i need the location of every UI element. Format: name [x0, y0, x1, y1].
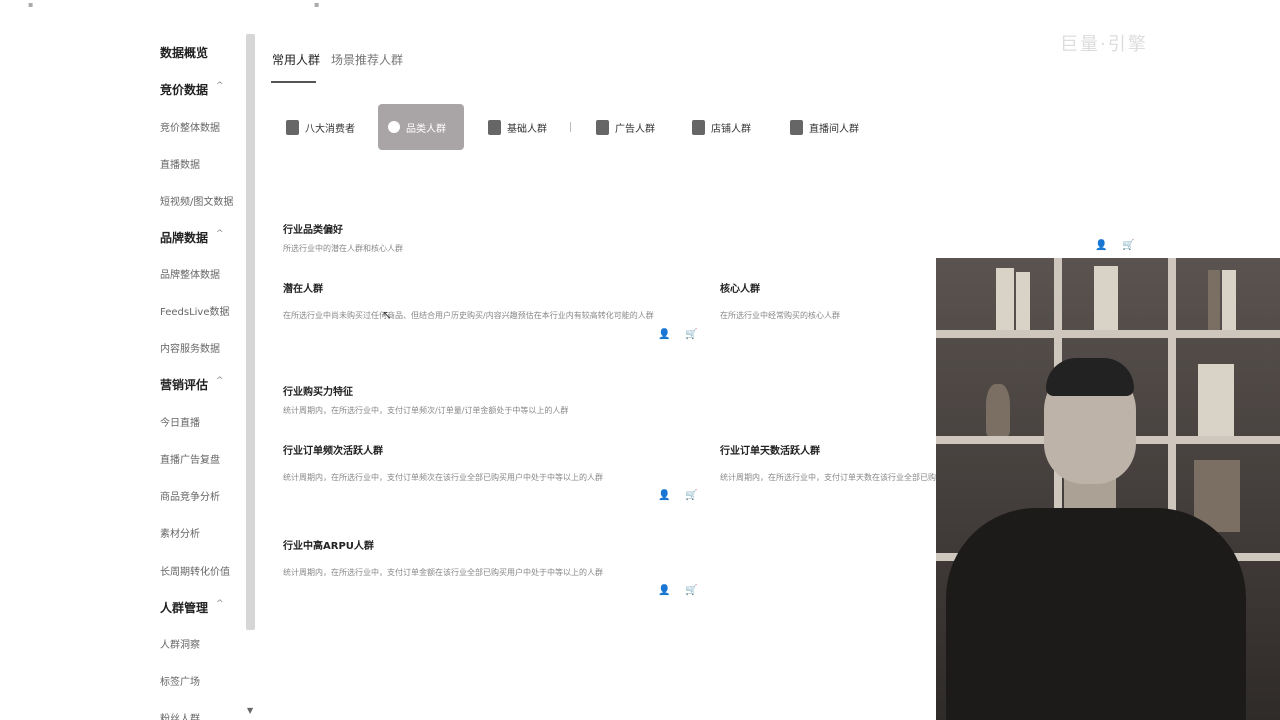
sidebar-scrollbar[interactable]	[246, 34, 255, 630]
section-title-potential: 潜在人群	[283, 284, 323, 295]
tab-scene-recommend[interactable]: 场景推荐人群	[331, 51, 403, 68]
section-desc-core: 在所选行业中经常购买的核心人群	[720, 311, 840, 320]
book	[1222, 270, 1236, 330]
sidebar-item-material-analysis[interactable]: 素材分析	[160, 525, 200, 540]
webcam-overlay	[936, 258, 1280, 720]
category-store-audience[interactable]: 店铺人群	[682, 104, 761, 150]
section-desc-purchase-power: 统计周期内，在所选行业中，支付订单频次/订单量/订单金额处于中等以上的人群	[283, 406, 569, 415]
mouse-cursor-icon: ↖	[382, 308, 393, 322]
book	[996, 268, 1014, 330]
chevron-up-icon: ^	[216, 599, 224, 609]
cart-icon[interactable]: 🛒	[685, 585, 697, 596]
sidebar-item-live-data[interactable]: 直播数据	[160, 156, 200, 171]
sidebar-item-product-competition[interactable]: 商品竞争分析	[160, 488, 220, 503]
book	[1208, 270, 1220, 330]
store-icon	[692, 119, 705, 135]
sidebar-item-overview[interactable]: 数据概览	[160, 44, 208, 61]
top-center-icon: ▪	[314, 0, 320, 9]
category-product-audience[interactable]: 品类人群	[378, 104, 464, 150]
sidebar-item-live-ad-review[interactable]: 直播广告复盘	[160, 451, 220, 466]
section-desc-preference: 所选行业中的潜在人群和核心人群	[283, 244, 403, 253]
category-ad-audience[interactable]: 广告人群	[586, 104, 665, 150]
book	[1016, 272, 1030, 330]
section-desc-order-frequency: 统计周期内，在所选行业中，支付订单频次在该行业全部已购买用户中处于中等以上的人群	[283, 473, 603, 482]
active-tab-indicator	[271, 81, 316, 83]
chevron-up-icon: ^	[216, 81, 224, 91]
sidebar-item-content-service[interactable]: 内容服务数据	[160, 340, 220, 355]
book	[1094, 266, 1118, 330]
section-desc-arpu: 统计周期内，在所选行业中，支付订单金额在该行业全部已购买用户中处于中等以上的人群	[283, 568, 603, 577]
sidebar-item-tag-square[interactable]: 标签广场	[160, 673, 200, 688]
audience-icon[interactable]: 👤	[658, 585, 670, 596]
audience-icon[interactable]: 👤	[658, 490, 670, 501]
section-title-order-frequency: 行业订单频次活跃人群	[283, 446, 383, 457]
sidebar-item-audience-insight[interactable]: 人群洞察	[160, 636, 200, 651]
person-hair	[1046, 358, 1134, 396]
category-icon	[388, 121, 400, 133]
section-title-arpu: 行业中高ARPU人群	[283, 541, 374, 552]
scroll-down-arrow-icon[interactable]: ▼	[247, 706, 253, 715]
section-desc-order-days: 统计周期内，在所选行业中，支付订单天数在该行业全部已购	[720, 473, 936, 482]
person-icon	[286, 119, 299, 135]
category-separator	[570, 122, 571, 132]
sidebar-group-marketing[interactable]: 营销评估 ^	[160, 376, 224, 393]
sidebar-group-audience[interactable]: 人群管理 ^	[160, 599, 224, 616]
sidebar-item-brand-overall[interactable]: 品牌整体数据	[160, 266, 220, 281]
category-live-room-audience[interactable]: 直播间人群	[780, 104, 869, 150]
person-jacket	[946, 508, 1246, 720]
section-title-order-days: 行业订单天数活跃人群	[720, 446, 820, 457]
vase	[986, 384, 1010, 436]
shelf-board	[936, 330, 1280, 338]
live-icon	[790, 119, 803, 135]
cart-icon[interactable]: 🛒	[685, 490, 697, 501]
sidebar-item-long-cycle[interactable]: 长周期转化价值	[160, 563, 230, 578]
section-title-core: 核心人群	[720, 284, 760, 295]
category-eight-consumers[interactable]: 八大消费者	[276, 104, 365, 150]
user-icon	[488, 119, 501, 135]
audience-icon[interactable]: 👤	[658, 329, 670, 340]
section-desc-potential: 在所选行业中尚未购买过任何商品、但结合用户历史购买/内容兴趣预估在本行业内有较高…	[283, 311, 654, 320]
sidebar-item-today-live[interactable]: 今日直播	[160, 414, 200, 429]
sidebar-group-brand[interactable]: 品牌数据 ^	[160, 229, 224, 246]
book	[1198, 364, 1234, 436]
sidebar-item-video-data[interactable]: 短视频/图文数据	[160, 193, 233, 208]
section-title-preference: 行业品类偏好	[283, 225, 343, 236]
sidebar-group-bidding[interactable]: 竞价数据 ^	[160, 81, 224, 98]
sidebar-item-feedslive[interactable]: FeedsLive数据	[160, 303, 230, 318]
tab-common-audience[interactable]: 常用人群	[272, 51, 320, 68]
chevron-up-icon: ^	[216, 376, 224, 386]
sidebar-item-bidding-overall[interactable]: 竞价整体数据	[160, 119, 220, 134]
ad-icon	[596, 119, 609, 135]
section-title-purchase-power: 行业购买力特征	[283, 387, 353, 398]
brand-watermark: 巨量·引擎	[1060, 34, 1148, 55]
cart-icon[interactable]: 🛒	[1122, 240, 1134, 251]
chevron-up-icon: ^	[216, 229, 224, 239]
sidebar-item-fans[interactable]: 粉丝人群	[160, 710, 200, 720]
cart-icon[interactable]: 🛒	[685, 329, 697, 340]
audience-icon[interactable]: 👤	[1095, 240, 1107, 251]
category-basic-audience[interactable]: 基础人群	[478, 104, 557, 150]
top-left-icon: ▪	[28, 0, 34, 9]
sidebar: 数据概览 竞价数据 ^ 竞价整体数据 直播数据 短视频/图文数据 品牌数据 ^ 品牌…	[140, 30, 250, 720]
